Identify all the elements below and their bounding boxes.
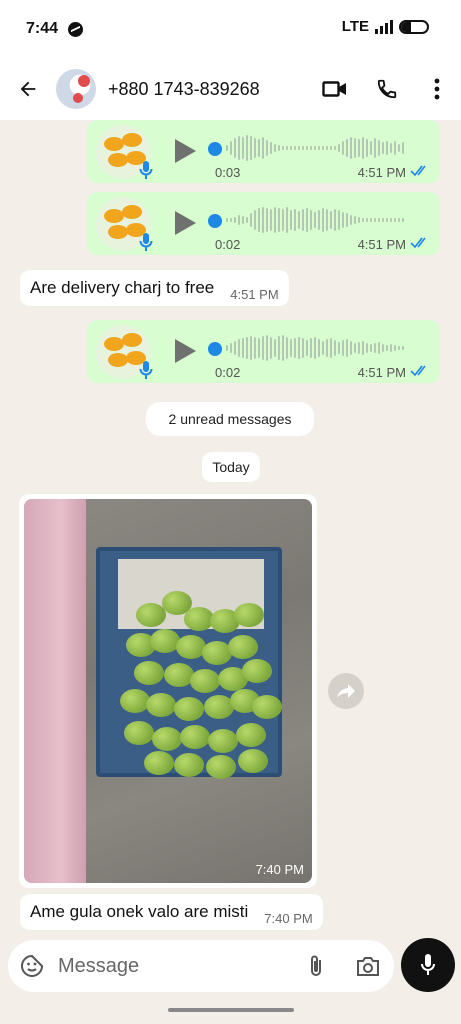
signal-icon bbox=[375, 19, 393, 34]
message-time: 7:40 PM bbox=[255, 862, 304, 877]
waveform bbox=[226, 134, 426, 162]
message-time: 7:40 PM bbox=[264, 911, 313, 926]
unread-messages-pill: 2 unread messages bbox=[146, 402, 314, 436]
chat-area[interactable]: 0:03 4:51 PM 0:02 4:51 PM Are delivery c… bbox=[0, 120, 461, 940]
play-icon[interactable] bbox=[173, 338, 197, 364]
more-options-button[interactable] bbox=[413, 58, 461, 120]
sticker-icon bbox=[21, 954, 44, 977]
chat-header: +880 1743-839268 bbox=[0, 58, 461, 120]
mic-icon bbox=[139, 233, 153, 251]
message-time: 4:51 PM bbox=[357, 165, 406, 180]
status-indicators: LTE bbox=[342, 18, 429, 35]
status-time: 7:44 bbox=[26, 20, 59, 37]
forward-icon bbox=[337, 684, 355, 698]
attach-button[interactable] bbox=[290, 954, 342, 978]
mic-icon bbox=[139, 161, 153, 179]
voice-duration: 0:03 bbox=[215, 165, 241, 180]
video-call-button[interactable] bbox=[309, 58, 361, 120]
more-vertical-icon bbox=[434, 78, 440, 100]
playback-position-dot[interactable] bbox=[208, 342, 222, 356]
forward-button[interactable] bbox=[328, 673, 364, 709]
network-label: LTE bbox=[341, 18, 369, 35]
read-ticks-icon bbox=[410, 365, 426, 377]
waveform bbox=[226, 334, 426, 362]
read-ticks-icon bbox=[410, 165, 426, 177]
camera-icon bbox=[357, 957, 379, 976]
phone-icon bbox=[377, 79, 397, 99]
voice-duration: 0:02 bbox=[215, 237, 241, 252]
messenger-icon bbox=[68, 21, 84, 37]
status-bar: 7:44 LTE bbox=[0, 0, 461, 58]
voice-record-button[interactable] bbox=[401, 938, 455, 992]
playback-position-dot[interactable] bbox=[208, 214, 222, 228]
play-icon[interactable] bbox=[173, 138, 197, 164]
contact-name[interactable]: +880 1743-839268 bbox=[108, 79, 309, 100]
message-time: 4:51 PM bbox=[357, 365, 406, 380]
mic-icon bbox=[421, 954, 435, 975]
voice-duration: 0:02 bbox=[215, 365, 241, 380]
date-separator: Today bbox=[202, 452, 260, 482]
message-input[interactable]: Message bbox=[56, 955, 290, 978]
voice-message[interactable]: 0:03 4:51 PM bbox=[87, 120, 440, 183]
play-icon[interactable] bbox=[173, 210, 197, 236]
message-composer: Message bbox=[8, 940, 394, 992]
home-indicator[interactable] bbox=[168, 1008, 294, 1012]
arrow-left-icon bbox=[20, 81, 36, 97]
voice-message[interactable]: 0:02 4:51 PM bbox=[87, 192, 440, 255]
playback-position-dot[interactable] bbox=[208, 142, 222, 156]
back-button[interactable] bbox=[0, 58, 56, 120]
message-text: Are delivery charj to free bbox=[30, 278, 215, 297]
paperclip-icon bbox=[311, 955, 321, 976]
incoming-message[interactable]: Are delivery charj to free 4:51 PM bbox=[20, 270, 289, 306]
mango-basket-photo[interactable]: 7:40 PM bbox=[24, 499, 312, 883]
incoming-message[interactable]: Ame gula onek valo are misti 7:40 PM bbox=[20, 894, 323, 930]
battery-icon bbox=[399, 19, 429, 34]
contact-avatar[interactable] bbox=[56, 69, 96, 109]
image-message[interactable]: 7:40 PM bbox=[19, 494, 317, 888]
video-camera-icon bbox=[322, 81, 346, 97]
message-time: 4:51 PM bbox=[357, 237, 406, 252]
read-ticks-icon bbox=[410, 237, 426, 249]
message-text: Ame gula onek valo are misti bbox=[30, 902, 249, 921]
mic-icon bbox=[139, 361, 153, 379]
voice-call-button[interactable] bbox=[361, 58, 413, 120]
waveform bbox=[226, 206, 426, 234]
camera-button[interactable] bbox=[342, 955, 394, 977]
voice-message[interactable]: 0:02 4:51 PM bbox=[87, 320, 440, 383]
message-time: 4:51 PM bbox=[230, 287, 279, 302]
sticker-button[interactable] bbox=[8, 954, 56, 978]
